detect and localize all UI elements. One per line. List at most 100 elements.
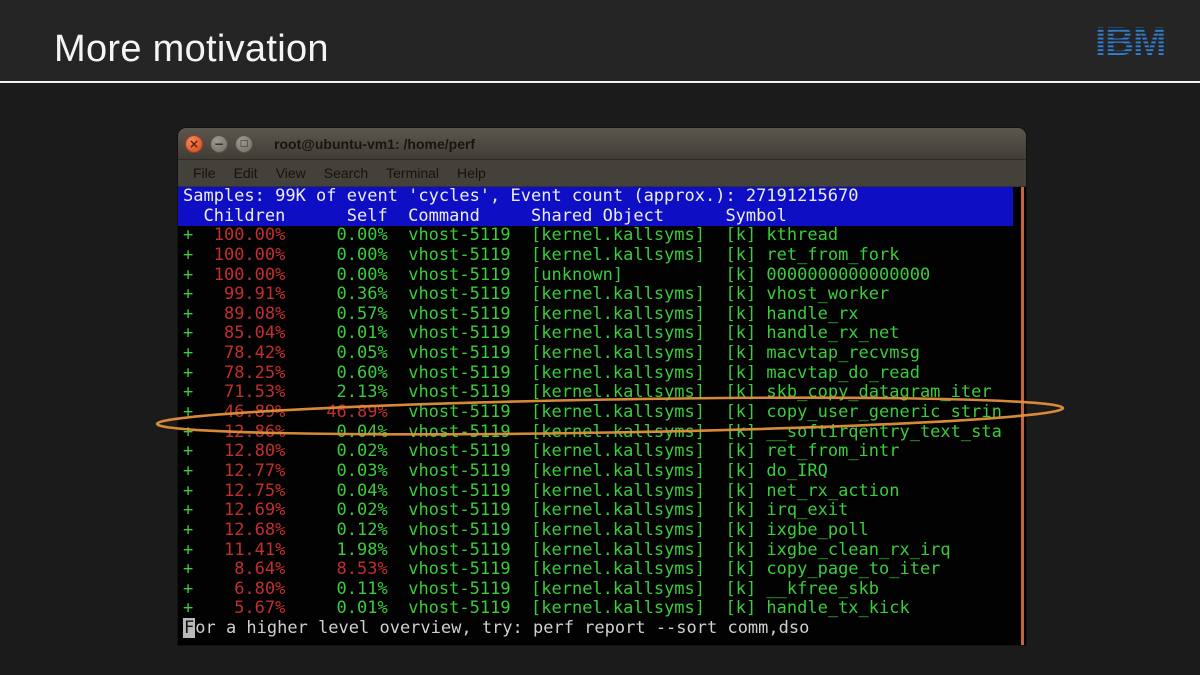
self-percent: 46.89%: [285, 402, 387, 422]
minimize-icon: −: [214, 137, 224, 151]
perf-row[interactable]: + 5.67% 0.01% vhost-5119 [kernel.kallsym…: [178, 599, 1026, 619]
perf-row[interactable]: + 6.80% 0.11% vhost-5119 [kernel.kallsym…: [178, 580, 1026, 600]
self-percent: 0.05%: [285, 343, 387, 363]
row-expander[interactable]: +: [183, 481, 193, 501]
row-expander[interactable]: +: [183, 540, 193, 560]
row-symbol-text: vhost-5119 [kernel.kallsyms] [k] ret_fro…: [388, 245, 900, 265]
perf-row[interactable]: + 85.04% 0.01% vhost-5119 [kernel.kallsy…: [178, 324, 1026, 344]
row-expander[interactable]: +: [183, 598, 193, 618]
row-symbol-text: vhost-5119 [kernel.kallsyms] [k] macvtap…: [388, 363, 920, 383]
menu-item-search[interactable]: Search: [315, 165, 377, 181]
children-percent: 78.42%: [193, 343, 285, 363]
perf-row[interactable]: + 8.64% 8.53% vhost-5119 [kernel.kallsym…: [178, 560, 1026, 580]
row-expander[interactable]: +: [183, 225, 193, 245]
self-percent: 0.02%: [285, 500, 387, 520]
perf-row[interactable]: + 99.91% 0.36% vhost-5119 [kernel.kallsy…: [178, 285, 1026, 305]
children-percent: 12.80%: [193, 441, 285, 461]
perf-row[interactable]: + 78.25% 0.60% vhost-5119 [kernel.kallsy…: [178, 364, 1026, 384]
self-percent: 0.36%: [285, 284, 387, 304]
children-percent: 100.00%: [193, 265, 285, 285]
perf-row[interactable]: + 12.77% 0.03% vhost-5119 [kernel.kallsy…: [178, 462, 1026, 482]
row-expander[interactable]: +: [183, 363, 193, 383]
row-symbol-text: vhost-5119 [kernel.kallsyms] [k] do_IRQ: [388, 461, 828, 481]
minimize-button[interactable]: −: [210, 135, 228, 153]
perf-row[interactable]: + 100.00% 0.00% vhost-5119 [kernel.kalls…: [178, 226, 1026, 246]
status-line: For a higher level overview, try: perf r…: [178, 619, 1026, 639]
row-symbol-text: vhost-5119 [kernel.kallsyms] [k] ixgbe_c…: [388, 540, 951, 560]
row-symbol-text: vhost-5119 [kernel.kallsyms] [k] net_rx_…: [388, 481, 900, 501]
menu-item-view[interactable]: View: [267, 165, 315, 181]
perf-rows: + 100.00% 0.00% vhost-5119 [kernel.kalls…: [178, 226, 1026, 619]
slide: More motivation IBM × − □ root@ubuntu-vm…: [0, 0, 1200, 675]
terminal-edge-line: [1021, 187, 1024, 645]
self-percent: 8.53%: [285, 559, 387, 579]
perf-row-highlighted[interactable]: + 46.89% 46.89% vhost-5119 [kernel.kalls…: [178, 403, 1026, 423]
row-symbol-text: vhost-5119 [kernel.kallsyms] [k] kthread: [388, 225, 838, 245]
perf-row[interactable]: + 11.41% 1.98% vhost-5119 [kernel.kallsy…: [178, 541, 1026, 561]
row-expander[interactable]: +: [183, 461, 193, 481]
row-expander[interactable]: +: [183, 559, 193, 579]
perf-row[interactable]: + 78.42% 0.05% vhost-5119 [kernel.kallsy…: [178, 344, 1026, 364]
menu-item-edit[interactable]: Edit: [225, 165, 267, 181]
self-percent: 1.98%: [285, 540, 387, 560]
row-expander[interactable]: +: [183, 441, 193, 461]
perf-row[interactable]: + 12.86% 0.04% vhost-5119 [kernel.kallsy…: [178, 423, 1026, 443]
self-percent: 0.00%: [285, 265, 387, 285]
menu-item-terminal[interactable]: Terminal: [377, 165, 448, 181]
perf-row[interactable]: + 100.00% 0.00% vhost-5119 [kernel.kalls…: [178, 246, 1026, 266]
menu-item-file[interactable]: File: [184, 165, 225, 181]
row-expander[interactable]: +: [183, 265, 193, 285]
terminal-titlebar[interactable]: × − □ root@ubuntu-vm1: /home/perf: [178, 128, 1026, 160]
self-percent: 0.04%: [285, 481, 387, 501]
window-title: root@ubuntu-vm1: /home/perf: [274, 136, 475, 152]
row-expander[interactable]: +: [183, 304, 193, 324]
row-expander[interactable]: +: [183, 284, 193, 304]
children-percent: 11.41%: [193, 540, 285, 560]
children-percent: 89.08%: [193, 304, 285, 324]
slide-header-band: More motivation IBM: [0, 0, 1200, 81]
perf-row[interactable]: + 12.68% 0.12% vhost-5119 [kernel.kallsy…: [178, 521, 1026, 541]
perf-row[interactable]: + 12.69% 0.02% vhost-5119 [kernel.kallsy…: [178, 501, 1026, 521]
perf-row[interactable]: + 12.80% 0.02% vhost-5119 [kernel.kallsy…: [178, 442, 1026, 462]
perf-row[interactable]: + 89.08% 0.57% vhost-5119 [kernel.kallsy…: [178, 305, 1026, 325]
self-percent: 0.01%: [285, 323, 387, 343]
perf-row[interactable]: + 100.00% 0.00% vhost-5119 [unknown] [k]…: [178, 266, 1026, 286]
row-expander[interactable]: +: [183, 422, 193, 442]
self-percent: 2.13%: [285, 382, 387, 402]
row-expander[interactable]: +: [183, 500, 193, 520]
row-symbol-text: vhost-5119 [kernel.kallsyms] [k] handle_…: [388, 598, 910, 618]
children-percent: 12.86%: [193, 422, 285, 442]
row-symbol-text: vhost-5119 [kernel.kallsyms] [k] __softi…: [388, 422, 1002, 442]
row-symbol-text: vhost-5119 [kernel.kallsyms] [k] copy_us…: [388, 402, 1002, 422]
row-symbol-text: vhost-5119 [kernel.kallsyms] [k] ret_fro…: [388, 441, 900, 461]
children-percent: 8.64%: [193, 559, 285, 579]
maximize-button[interactable]: □: [235, 135, 253, 153]
self-percent: 0.04%: [285, 422, 387, 442]
perf-row[interactable]: + 12.75% 0.04% vhost-5119 [kernel.kallsy…: [178, 482, 1026, 502]
close-button[interactable]: ×: [185, 135, 203, 153]
row-expander[interactable]: +: [183, 402, 193, 422]
row-symbol-text: vhost-5119 [kernel.kallsyms] [k] copy_pa…: [388, 559, 941, 579]
children-percent: 12.68%: [193, 520, 285, 540]
row-expander[interactable]: +: [183, 323, 193, 343]
children-percent: 100.00%: [193, 245, 285, 265]
menu-item-help[interactable]: Help: [448, 165, 495, 181]
row-expander[interactable]: +: [183, 245, 193, 265]
children-percent: 46.89%: [193, 402, 285, 422]
title-divider-line: [0, 81, 1200, 83]
perf-samples-header: Samples: 99K of event 'cycles', Event co…: [178, 187, 1013, 207]
row-expander[interactable]: +: [183, 579, 193, 599]
row-symbol-text: vhost-5119 [unknown] [k] 000000000000000…: [388, 265, 930, 285]
row-expander[interactable]: +: [183, 520, 193, 540]
children-percent: 85.04%: [193, 323, 285, 343]
row-expander[interactable]: +: [183, 343, 193, 363]
children-percent: 100.00%: [193, 225, 285, 245]
self-percent: 0.03%: [285, 461, 387, 481]
row-expander[interactable]: +: [183, 382, 193, 402]
children-percent: 71.53%: [193, 382, 285, 402]
row-symbol-text: vhost-5119 [kernel.kallsyms] [k] skb_cop…: [388, 382, 992, 402]
row-symbol-text: vhost-5119 [kernel.kallsyms] [k] handle_…: [388, 323, 900, 343]
terminal-content: Samples: 99K of event 'cycles', Event co…: [178, 187, 1026, 645]
perf-row[interactable]: + 71.53% 2.13% vhost-5119 [kernel.kallsy…: [178, 383, 1026, 403]
self-percent: 0.00%: [285, 225, 387, 245]
